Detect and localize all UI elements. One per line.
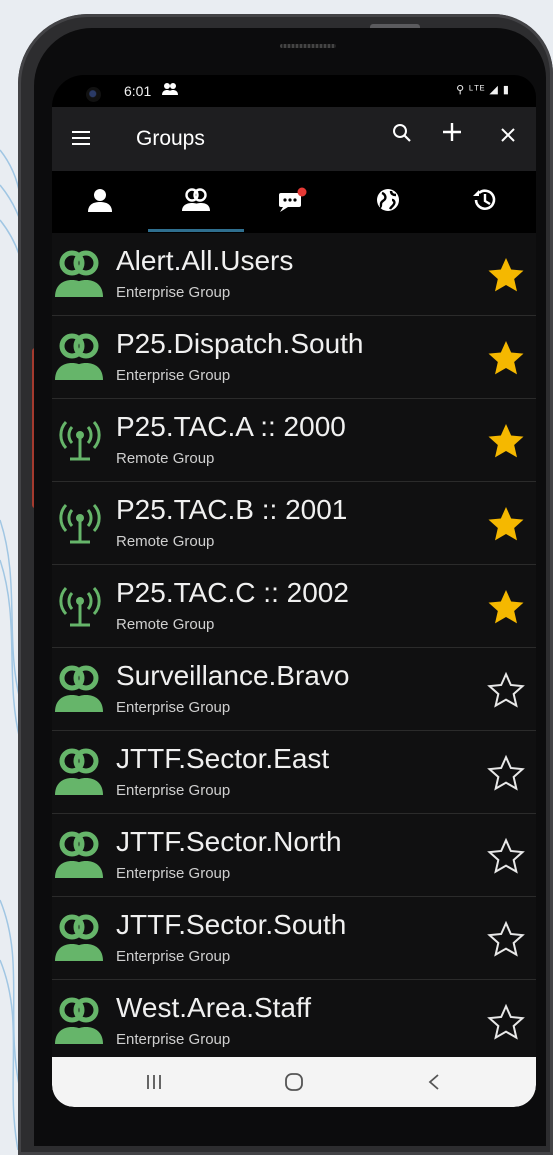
group-icon — [52, 913, 108, 963]
radio-antenna-icon — [52, 581, 108, 631]
group-icon — [52, 332, 108, 382]
tab-history[interactable] — [436, 171, 532, 233]
group-type: Enterprise Group — [116, 948, 231, 965]
favorite-star-filled-icon[interactable] — [486, 421, 526, 461]
message-icon — [279, 187, 307, 212]
globe-icon — [377, 189, 399, 211]
favorite-star-filled-icon[interactable] — [486, 338, 526, 378]
group-name: P25.TAC.B :: 2001 — [116, 494, 348, 525]
group-icon — [182, 188, 210, 211]
list-item[interactable]: Alert.All.Users Enterprise Group — [52, 233, 536, 316]
group-type: Enterprise Group — [116, 1031, 231, 1048]
favorite-star-filled-icon[interactable] — [486, 504, 526, 544]
list-item[interactable]: JTTF.Sector.South Enterprise Group — [52, 897, 536, 980]
radio-antenna-icon — [52, 498, 108, 548]
group-icon — [52, 747, 108, 797]
search-icon[interactable] — [384, 121, 420, 157]
home-icon[interactable] — [264, 1065, 324, 1099]
group-icon — [52, 664, 108, 714]
group-name: P25.TAC.A :: 2000 — [116, 411, 346, 442]
tab-contacts[interactable] — [52, 171, 148, 233]
group-name: P25.Dispatch.South — [116, 328, 364, 359]
group-type: Remote Group — [116, 450, 215, 467]
group-name: West.Area.Staff — [116, 992, 312, 1023]
group-name: JTTF.Sector.North — [116, 826, 342, 857]
history-icon — [473, 189, 496, 210]
add-icon[interactable] — [434, 121, 470, 157]
favorite-star-empty-icon[interactable] — [486, 670, 526, 710]
menu-icon[interactable] — [72, 131, 90, 145]
close-icon[interactable] — [490, 121, 526, 157]
status-group-icon — [162, 82, 178, 99]
list-item[interactable]: P25.TAC.B :: 2001 Remote Group — [52, 482, 536, 565]
group-name: Alert.All.Users — [116, 245, 294, 276]
tab-messages[interactable] — [244, 171, 340, 233]
favorite-star-filled-icon[interactable] — [486, 255, 526, 295]
favorite-star-empty-icon[interactable] — [486, 919, 526, 959]
group-type: Remote Group — [116, 616, 215, 633]
earpiece — [280, 44, 336, 48]
group-type: Enterprise Group — [116, 284, 231, 301]
group-name: P25.TAC.C :: 2002 — [116, 577, 349, 608]
group-name: JTTF.Sector.East — [116, 743, 330, 774]
list-item[interactable]: JTTF.Sector.North Enterprise Group — [52, 814, 536, 897]
radio-antenna-icon — [52, 415, 108, 465]
group-icon — [52, 249, 108, 299]
status-time: 6:01 — [124, 83, 152, 99]
app-bar: Groups — [52, 107, 536, 171]
status-bar: 6:01 ⚲ ᴸᵀᴱ ◢ ▮ — [52, 75, 536, 107]
list-item[interactable]: West.Area.Staff Enterprise Group — [52, 980, 536, 1063]
group-type: Enterprise Group — [116, 865, 231, 882]
tab-groups[interactable] — [148, 171, 244, 233]
list-item[interactable]: P25.Dispatch.South Enterprise Group — [52, 316, 536, 399]
recents-icon[interactable] — [124, 1065, 184, 1099]
group-type: Enterprise Group — [116, 782, 231, 799]
list-item[interactable]: P25.TAC.A :: 2000 Remote Group — [52, 399, 536, 482]
tab-bar — [52, 171, 536, 234]
front-camera — [86, 87, 101, 102]
page-title: Groups — [136, 127, 205, 150]
tab-global[interactable] — [340, 171, 436, 233]
favorite-star-empty-icon[interactable] — [486, 836, 526, 876]
group-type: Remote Group — [116, 533, 215, 550]
back-icon[interactable] — [404, 1065, 464, 1099]
favorite-star-filled-icon[interactable] — [486, 587, 526, 627]
status-indicators: ⚲ ᴸᵀᴱ ◢ ▮ — [456, 84, 510, 96]
group-name: Surveillance.Bravo — [116, 660, 350, 691]
system-nav-bar — [52, 1057, 536, 1107]
list-item[interactable]: P25.TAC.C :: 2002 Remote Group — [52, 565, 536, 648]
person-icon — [88, 189, 112, 212]
group-type: Enterprise Group — [116, 699, 231, 716]
group-name: JTTF.Sector.South — [116, 909, 347, 940]
list-item[interactable]: JTTF.Sector.East Enterprise Group — [52, 731, 536, 814]
group-type: Enterprise Group — [116, 367, 231, 384]
list-item[interactable]: Surveillance.Bravo Enterprise Group — [52, 648, 536, 731]
favorite-star-empty-icon[interactable] — [486, 1002, 526, 1042]
favorite-star-empty-icon[interactable] — [486, 753, 526, 793]
tab-selected-indicator — [148, 229, 244, 232]
group-icon — [52, 830, 108, 880]
group-icon — [52, 996, 108, 1046]
screen: 6:01 ⚲ ᴸᵀᴱ ◢ ▮ Groups Alert.All.Users En… — [52, 75, 536, 1107]
